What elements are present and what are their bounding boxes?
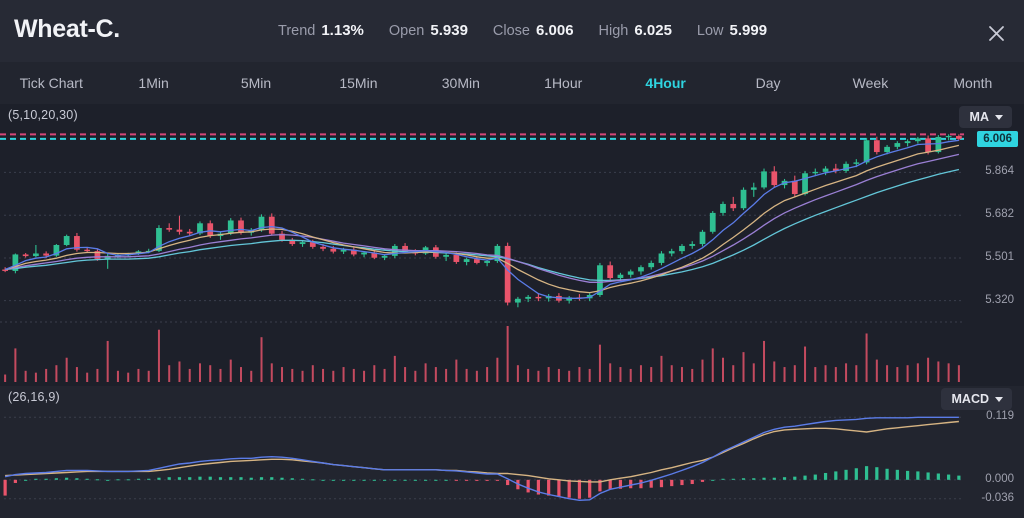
price-panel[interactable]: (5,10,20,30) MA 6.006 5.864 5.682 5.501 5.3… [0, 104, 1024, 386]
price-tick-label: 5.864 [985, 165, 1014, 178]
tab-30min[interactable]: 30Min [410, 62, 512, 104]
page-title: Wheat-C. [14, 15, 120, 43]
ma-params-label: (5,10,20,30) [8, 108, 78, 122]
close-icon [988, 25, 1004, 41]
chart-widget: Wheat-C. Trend 1.13% Open 5.939 Close 6.006 Hi… [0, 0, 1024, 518]
macd-tick-label: 0.000 [985, 472, 1014, 485]
stat-open: Open 5.939 [389, 22, 468, 39]
macd-params-label: (26,16,9) [8, 390, 60, 404]
tab-tick-chart[interactable]: Tick Chart [0, 62, 102, 104]
macd-indicator-label: MACD [951, 392, 990, 406]
current-price-badge: 6.006 [977, 130, 1018, 147]
price-tick-label: 5.320 [985, 293, 1014, 306]
timeframe-tabs: Tick Chart 1Min 5Min 15Min 30Min 1Hour 4Hour Da… [0, 62, 1024, 104]
stat-value: 5.939 [430, 22, 468, 39]
stat-value: 6.025 [634, 22, 672, 39]
tab-day[interactable]: Day [717, 62, 819, 104]
macd-indicator-selector[interactable]: MACD [940, 388, 1012, 410]
macd-tick-label: -0.036 [981, 491, 1014, 504]
candlestick-chart [0, 133, 964, 382]
tab-15min[interactable]: 15Min [307, 62, 409, 104]
ma-indicator-selector[interactable]: MA [958, 106, 1012, 128]
quote-stats: Trend 1.13% Open 5.939 Close 6.006 High 6.025 Lo… [278, 22, 792, 39]
macd-panel[interactable]: (26,16,9) MACD 0.119 0.000 -0.036 [0, 386, 1024, 518]
stat-label: High [598, 23, 629, 39]
macd-tick-label: 0.119 [986, 410, 1014, 423]
stat-high: High 6.025 [599, 22, 672, 39]
tab-month[interactable]: Month [922, 62, 1024, 104]
price-tick-label: 5.682 [985, 208, 1014, 221]
stat-value: 6.006 [536, 22, 574, 39]
macd-chart [3, 416, 964, 502]
tab-week[interactable]: Week [819, 62, 921, 104]
close-button[interactable] [980, 17, 1012, 49]
price-tick-label: 5.501 [985, 250, 1014, 263]
stat-value: 5.999 [729, 22, 768, 39]
tab-1hour[interactable]: 1Hour [512, 62, 614, 104]
stat-value: 1.13% [321, 22, 364, 39]
stat-low: Low 5.999 [697, 22, 767, 39]
chart-area: (5,10,20,30) MA 6.006 5.864 5.682 5.501 5.3… [0, 104, 1024, 518]
ma-indicator-label: MA [969, 110, 989, 124]
stat-label: Close [492, 23, 530, 39]
chevron-down-icon [995, 114, 1003, 120]
tab-4hour[interactable]: 4Hour [614, 62, 716, 104]
stat-label: Trend [278, 23, 316, 39]
chevron-down-icon [995, 396, 1003, 402]
stat-trend: Trend 1.13% [278, 22, 364, 39]
tab-5min[interactable]: 5Min [205, 62, 307, 104]
stat-label: Open [388, 23, 425, 39]
stat-close: Close 6.006 [493, 22, 574, 39]
header: Wheat-C. Trend 1.13% Open 5.939 Close 6.006 Hi… [0, 0, 1024, 62]
tab-1min[interactable]: 1Min [102, 62, 204, 104]
stat-label: Low [696, 23, 724, 39]
